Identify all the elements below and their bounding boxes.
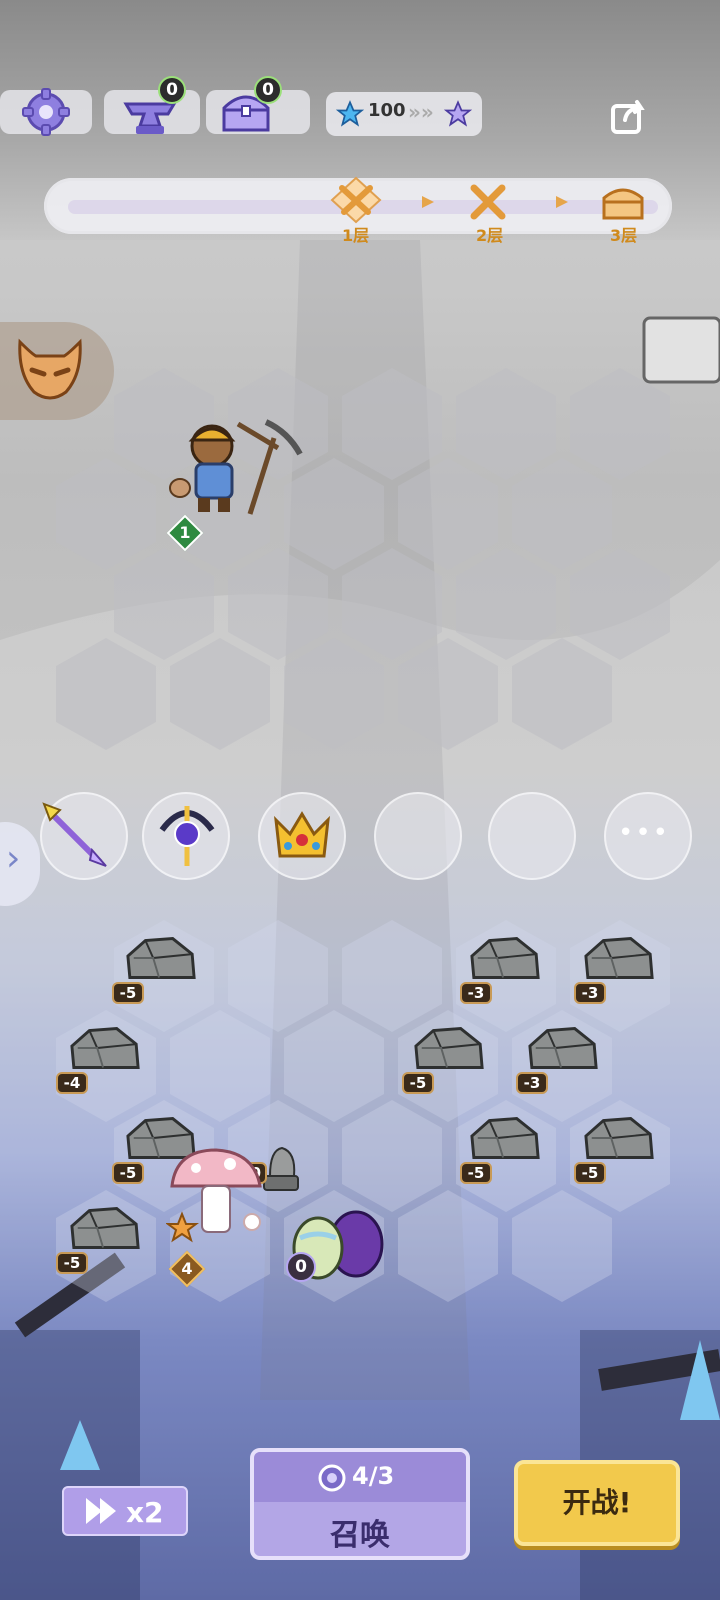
- rock-obstacle[interactable]: [582, 1112, 656, 1166]
- rock-hp-tag: -5: [112, 1162, 144, 1184]
- enemy-hex[interactable]: [570, 368, 670, 480]
- enemy-hex[interactable]: [398, 638, 498, 750]
- enemy-hex[interactable]: [56, 458, 156, 570]
- fast-forward-icon: [86, 1498, 116, 1524]
- rock-obstacle[interactable]: [124, 932, 198, 986]
- board-hex[interactable]: [170, 1010, 270, 1122]
- enemy-hex[interactable]: [56, 638, 156, 750]
- gear-icon: [22, 88, 70, 136]
- egg-count: 0: [295, 1257, 307, 1277]
- more-dots-icon: •••: [618, 818, 671, 848]
- double-chevron-icon: »»: [408, 100, 434, 124]
- golden-crown-icon: [274, 811, 330, 858]
- board-hex[interactable]: [284, 1010, 384, 1122]
- enemy-hex[interactable]: [512, 458, 612, 570]
- treasure-chest-icon: [602, 188, 644, 220]
- enemy-hex[interactable]: [228, 548, 328, 660]
- rock-obstacle[interactable]: [68, 1022, 142, 1076]
- enemy-hex[interactable]: [398, 458, 498, 570]
- rock-obstacle[interactable]: [468, 932, 542, 986]
- start-battle-label: 开战!: [562, 1486, 632, 1519]
- enemy-hex[interactable]: [570, 548, 670, 660]
- settings-button[interactable]: [20, 86, 72, 138]
- rock-hp-tag: -5: [460, 1162, 492, 1184]
- rock-hp-tag: -3: [574, 982, 606, 1004]
- enemy-hex[interactable]: [170, 638, 270, 750]
- stage-3-label: 3层: [610, 226, 638, 245]
- mushroom-girl-unit[interactable]: [166, 1146, 266, 1256]
- start-battle-button[interactable]: 开战!: [514, 1460, 680, 1546]
- board-hex[interactable]: [228, 920, 328, 1032]
- rock-hp-tag: -5: [56, 1252, 88, 1274]
- magic-spear-icon: [42, 802, 107, 867]
- rock-hp-tag: -5: [112, 982, 144, 1004]
- board-hex[interactable]: [512, 1190, 612, 1302]
- anvil-count-badge: 0: [158, 76, 186, 104]
- rock-obstacle[interactable]: [68, 1202, 142, 1256]
- crossbow-icon: [159, 806, 215, 866]
- speed-label: x2: [126, 1496, 164, 1529]
- summon-button[interactable]: 4/3 召唤: [250, 1448, 470, 1560]
- crossed-swords-icon: [470, 184, 506, 220]
- enemy-hex[interactable]: [512, 638, 612, 750]
- miner-bear-unit[interactable]: [168, 418, 308, 528]
- crossed-swords-icon: [330, 176, 382, 224]
- chest-count-badge: 0: [254, 76, 282, 104]
- stage-1-label: 1层: [342, 226, 370, 245]
- rock-hp-tag: -3: [460, 982, 492, 1004]
- share-button[interactable]: [606, 94, 652, 138]
- rock-hp-tag: -5: [402, 1072, 434, 1094]
- rock-hp-tag: -3: [516, 1072, 548, 1094]
- summon-label: 召唤: [330, 1518, 390, 1553]
- summon-orb-icon: [318, 1464, 346, 1492]
- stage-2-label: 2层: [476, 226, 504, 245]
- arrow-right-icon: [556, 196, 568, 208]
- chevron-right-icon: ›: [6, 838, 21, 879]
- equipment-slot-empty[interactable]: [488, 792, 576, 880]
- enemy-hex[interactable]: [284, 638, 384, 750]
- speed-button[interactable]: x2: [62, 1486, 188, 1536]
- board-hex[interactable]: [342, 1100, 442, 1212]
- share-icon: [611, 100, 645, 134]
- egg-count-badge: 0: [286, 1252, 316, 1282]
- board-hex[interactable]: [398, 1190, 498, 1302]
- rock-hp-tag: -4: [56, 1072, 88, 1094]
- enemy-hex[interactable]: [342, 548, 442, 660]
- mushroom-level: 4: [181, 1259, 193, 1278]
- enemy-hex[interactable]: [456, 548, 556, 660]
- board-hex[interactable]: [342, 920, 442, 1032]
- rock-obstacle[interactable]: [582, 932, 656, 986]
- rock-hp-tag: -5: [574, 1162, 606, 1184]
- enemy-hex[interactable]: [342, 368, 442, 480]
- rock-obstacle[interactable]: [412, 1022, 486, 1076]
- miner-level: 1: [179, 523, 191, 542]
- rock-obstacle[interactable]: [526, 1022, 600, 1076]
- rock-obstacle[interactable]: [468, 1112, 542, 1166]
- blue-star-icon: [336, 100, 364, 127]
- summon-count: 4/3: [352, 1462, 395, 1490]
- arrow-right-icon: [422, 196, 434, 208]
- enemy-hex[interactable]: [456, 368, 556, 480]
- enemy-hex[interactable]: [114, 548, 214, 660]
- purple-star-icon: [444, 100, 472, 127]
- equipment-slot-empty[interactable]: [374, 792, 462, 880]
- demon-mask-icon: [18, 338, 82, 400]
- star-count: 100: [368, 100, 406, 121]
